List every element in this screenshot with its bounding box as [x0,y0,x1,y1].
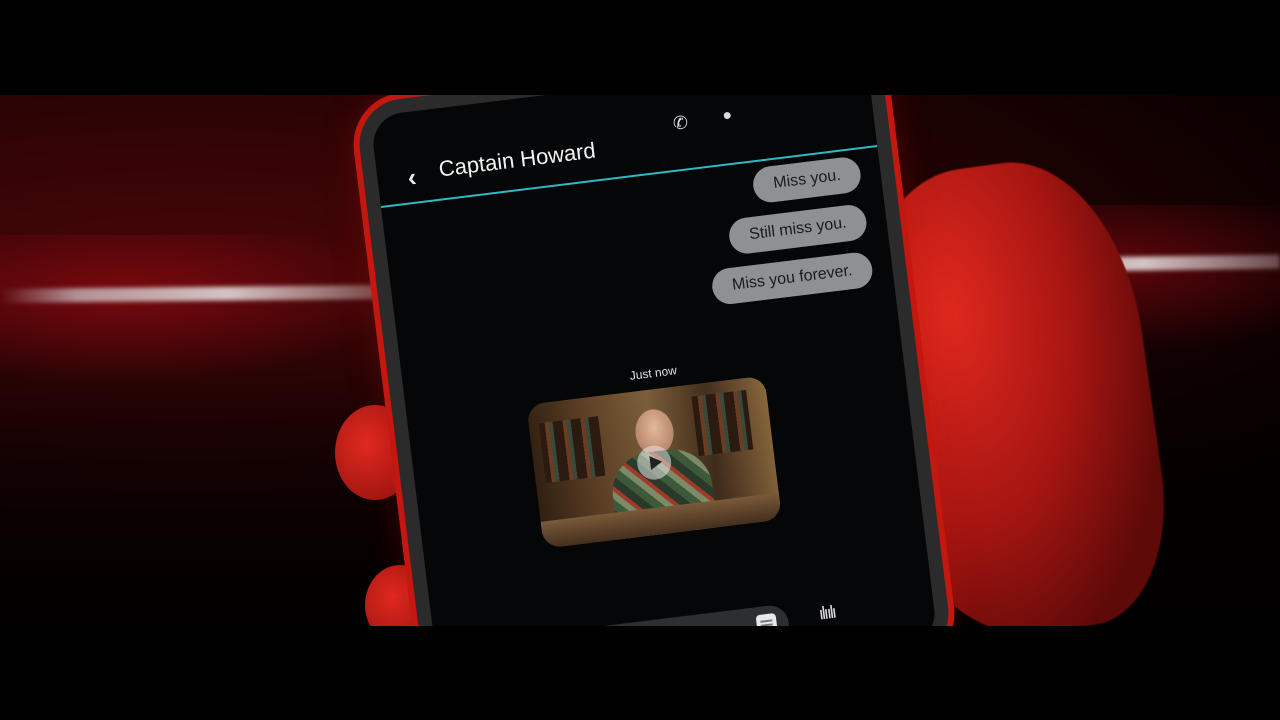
letterbox-top [0,0,1280,95]
bookshelf [538,416,606,483]
message-input[interactable] [502,603,791,626]
message-bubble[interactable]: Miss you. [751,155,863,205]
phone-icon[interactable]: ✆ [672,112,692,134]
message-bubble[interactable]: Miss you forever. [710,250,875,307]
more-icon[interactable]: ● [721,106,741,126]
phone-screen: ‹ Captain Howard ✆ ● Miss you. Still mis… [369,95,939,626]
voice-input-icon[interactable]: ılıılı [818,602,836,625]
message-bubble[interactable]: Still miss you. [727,203,869,256]
composer: › ılıılı [433,572,935,626]
contact-name: Captain Howard [437,137,597,182]
background-scene: ‹ Captain Howard ✆ ● Miss you. Still mis… [0,95,1280,626]
red-glow-left [0,235,400,385]
bookshelf [691,389,754,457]
sticker-icon[interactable] [755,612,778,626]
message-list: Miss you. Still miss you. Miss you forev… [699,155,875,307]
back-button[interactable]: ‹ [406,162,418,194]
video-message[interactable] [526,375,783,549]
phone: ‹ Captain Howard ✆ ● Miss you. Still mis… [354,95,954,626]
letterbox-bottom [0,626,1280,720]
